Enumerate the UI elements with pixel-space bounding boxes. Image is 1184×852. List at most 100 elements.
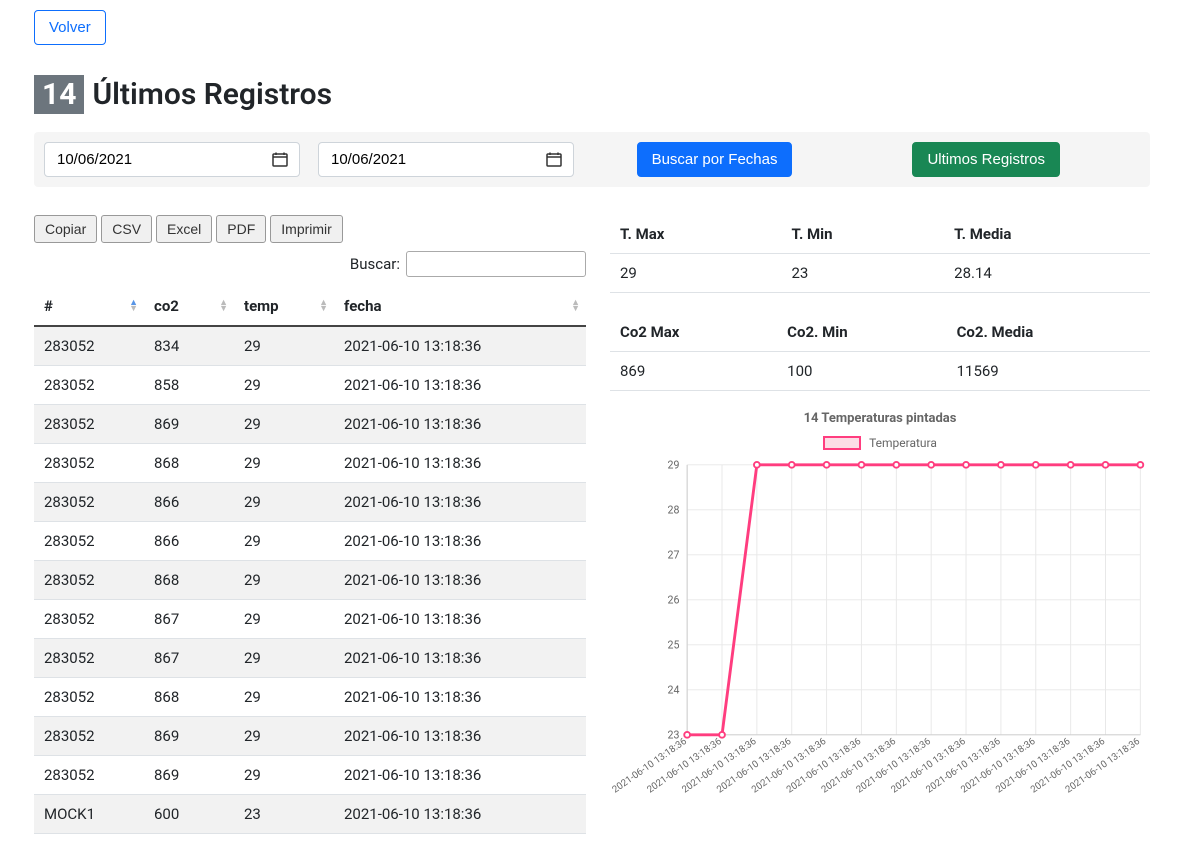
cell-co2: 869 (144, 717, 234, 756)
col-co2[interactable]: co2▲▼ (144, 287, 234, 326)
cell-temp: 29 (234, 756, 334, 795)
cell-fecha: 2021-06-10 13:18:36 (334, 678, 586, 717)
cell-fecha: 2021-06-10 13:18:36 (334, 717, 586, 756)
cell-id: 283052 (34, 717, 144, 756)
stat-value: 29 (610, 254, 781, 293)
cell-temp: 23 (234, 795, 334, 834)
stat-header: Co2 Max (610, 313, 777, 352)
table-row: 283052869292021-06-10 13:18:36 (34, 756, 586, 795)
cell-co2: 868 (144, 561, 234, 600)
cell-co2: 834 (144, 326, 234, 366)
cell-id: 283052 (34, 600, 144, 639)
cell-fecha: 2021-06-10 13:18:36 (334, 600, 586, 639)
stat-header: Co2. Media (947, 313, 1150, 352)
stat-value: 23 (781, 254, 944, 293)
stat-value: 100 (777, 352, 946, 391)
cell-id: 283052 (34, 561, 144, 600)
cell-co2: 866 (144, 483, 234, 522)
sort-icon: ▲▼ (571, 300, 580, 312)
cell-fecha: 2021-06-10 13:18:36 (334, 366, 586, 405)
col-fecha[interactable]: fecha▲▼ (334, 287, 586, 326)
search-input[interactable] (406, 251, 586, 277)
stat-value: 11569 (947, 352, 1150, 391)
cell-id: 283052 (34, 756, 144, 795)
cell-temp: 29 (234, 444, 334, 483)
legend-label: Temperatura (869, 436, 937, 450)
cell-fecha: 2021-06-10 13:18:36 (334, 522, 586, 561)
svg-text:26: 26 (668, 594, 680, 607)
cell-id: 283052 (34, 444, 144, 483)
calendar-icon (272, 152, 288, 168)
legend-swatch (823, 436, 861, 450)
cell-fecha: 2021-06-10 13:18:36 (334, 483, 586, 522)
cell-temp: 29 (234, 600, 334, 639)
stats-co2-table: Co2 Max Co2. Min Co2. Media 869 100 1156… (610, 313, 1150, 391)
cell-temp: 29 (234, 405, 334, 444)
sort-icon: ▲▼ (219, 300, 228, 312)
stat-header: T. Min (781, 215, 944, 254)
table-row: 283052869292021-06-10 13:18:36 (34, 717, 586, 756)
stat-header: T. Max (610, 215, 781, 254)
cell-id: 283052 (34, 366, 144, 405)
svg-text:29: 29 (668, 460, 680, 472)
col-temp[interactable]: temp▲▼ (234, 287, 334, 326)
chart-title: 14 Temperaturas pintadas (610, 411, 1150, 426)
date-to-input[interactable] (318, 142, 574, 177)
cell-co2: 858 (144, 366, 234, 405)
table-row: 283052834292021-06-10 13:18:36 (34, 326, 586, 366)
cell-co2: 869 (144, 756, 234, 795)
latest-records-button[interactable]: Ultimos Registros (912, 142, 1060, 177)
table-row: 283052868292021-06-10 13:18:36 (34, 561, 586, 600)
cell-id: 283052 (34, 326, 144, 366)
records-table: #▲▼ co2▲▼ temp▲▼ fecha▲▼ 283052834292021… (34, 287, 586, 834)
cell-temp: 29 (234, 522, 334, 561)
col-id[interactable]: #▲▼ (34, 287, 144, 326)
csv-button[interactable]: CSV (101, 215, 152, 243)
table-row: 283052867292021-06-10 13:18:36 (34, 600, 586, 639)
pdf-button[interactable]: PDF (216, 215, 266, 243)
table-row: 283052867292021-06-10 13:18:36 (34, 639, 586, 678)
date-from-input[interactable] (44, 142, 300, 177)
cell-fecha: 2021-06-10 13:18:36 (334, 795, 586, 834)
table-row: 283052866292021-06-10 13:18:36 (34, 522, 586, 561)
sort-icon: ▲▼ (129, 300, 138, 312)
search-label: Buscar: (350, 255, 400, 273)
stats-temp-table: T. Max T. Min T. Media 29 23 28.14 (610, 215, 1150, 293)
cell-fecha: 2021-06-10 13:18:36 (334, 561, 586, 600)
cell-fecha: 2021-06-10 13:18:36 (334, 756, 586, 795)
cell-temp: 29 (234, 717, 334, 756)
temp-line-chart: 232425262728292021-06-10 13:18:362021-06… (610, 460, 1150, 807)
cell-id: 283052 (34, 405, 144, 444)
excel-button[interactable]: Excel (156, 215, 212, 243)
copy-button[interactable]: Copiar (34, 215, 97, 243)
stat-value: 28.14 (944, 254, 1150, 293)
cell-co2: 868 (144, 444, 234, 483)
table-row: 283052866292021-06-10 13:18:36 (34, 483, 586, 522)
stat-header: Co2. Min (777, 313, 946, 352)
cell-co2: 867 (144, 639, 234, 678)
cell-temp: 29 (234, 678, 334, 717)
cell-temp: 29 (234, 561, 334, 600)
sort-icon: ▲▼ (319, 300, 328, 312)
filter-bar: Buscar por Fechas Ultimos Registros (34, 132, 1150, 187)
page-title: 14Últimos Registros (34, 75, 1150, 114)
cell-id: 283052 (34, 678, 144, 717)
cell-id: MOCK1 (34, 795, 144, 834)
cell-fecha: 2021-06-10 13:18:36 (334, 444, 586, 483)
print-button[interactable]: Imprimir (270, 215, 343, 243)
svg-text:27: 27 (668, 549, 680, 562)
svg-text:24: 24 (668, 684, 680, 697)
cell-co2: 869 (144, 405, 234, 444)
cell-temp: 29 (234, 639, 334, 678)
back-button[interactable]: Volver (34, 10, 106, 45)
search-by-dates-button[interactable]: Buscar por Fechas (637, 142, 793, 177)
title-text: Últimos Registros (92, 77, 332, 112)
export-toolbar: Copiar CSV Excel PDF Imprimir (34, 215, 586, 243)
cell-co2: 600 (144, 795, 234, 834)
cell-fecha: 2021-06-10 13:18:36 (334, 326, 586, 366)
calendar-icon (546, 152, 562, 168)
cell-temp: 29 (234, 483, 334, 522)
chart-legend: Temperatura (610, 436, 1150, 450)
svg-text:28: 28 (668, 504, 680, 517)
cell-co2: 867 (144, 600, 234, 639)
